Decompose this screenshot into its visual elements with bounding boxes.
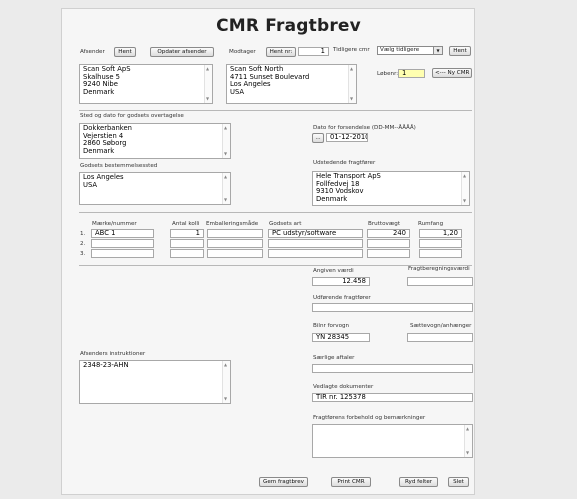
- special-input[interactable]: [312, 364, 473, 373]
- issuing-carrier-label: Udstedende fragtfører: [313, 160, 376, 166]
- goods-packing-input[interactable]: [207, 229, 263, 238]
- declared-value-input[interactable]: 12.458: [312, 277, 370, 286]
- goods-count-input[interactable]: [170, 249, 204, 258]
- scrollbar[interactable]: [222, 124, 230, 158]
- goods-header-mark: Mærke/nummer: [92, 221, 137, 227]
- divider: [79, 110, 472, 111]
- ship-date-input[interactable]: 01-12-2010: [326, 133, 368, 142]
- previous-fetch-button[interactable]: Hent: [449, 46, 471, 56]
- print-cmr-button[interactable]: Print CMR: [331, 477, 371, 487]
- destination-label: Godsets bestemmelsessted: [80, 163, 158, 169]
- receiver-fetch-nr-button[interactable]: Hent nr:: [266, 47, 296, 57]
- instructions-line: 2348-23-AHN: [83, 361, 129, 369]
- trailer-input[interactable]: [407, 333, 473, 342]
- issuing-carrier-textarea[interactable]: Hele Transport ApS Follfedvej 18 9310 Vo…: [312, 171, 470, 206]
- scrollbar[interactable]: [222, 361, 230, 403]
- previous-cmr-label: Tidligere cmr: [333, 47, 370, 53]
- row-number: 3.: [80, 251, 86, 257]
- goods-mark-input[interactable]: [91, 249, 154, 258]
- trailer-label: Sættevogn/anhænger: [410, 323, 472, 329]
- new-cmr-button[interactable]: <--- Ny CMR: [432, 68, 472, 78]
- row-number: 2.: [80, 241, 86, 247]
- scrollbar[interactable]: [204, 65, 212, 103]
- reservations-textarea[interactable]: [312, 424, 473, 458]
- date-picker-button[interactable]: ...: [312, 133, 324, 143]
- goods-count-input[interactable]: [170, 239, 204, 248]
- vehicle-label: Bilnr forvogn: [313, 323, 350, 329]
- executing-carrier-label: Udførende fragtfører: [313, 295, 371, 301]
- scrollbar[interactable]: [222, 173, 230, 204]
- freight-calc-input[interactable]: [407, 277, 473, 286]
- goods-header-weight: Bruttovægt: [368, 221, 401, 227]
- takeover-line: Denmark: [83, 146, 115, 155]
- goods-kind-input[interactable]: PC udstyr/software: [268, 229, 363, 238]
- destination-textarea[interactable]: Los Angeles USA: [79, 172, 231, 205]
- previous-cmr-select-value: Vælg tidligere: [380, 47, 420, 53]
- documents-input[interactable]: TIR nr. 125378: [312, 393, 473, 402]
- goods-volume-input[interactable]: [419, 249, 462, 258]
- goods-volume-input[interactable]: 1,20: [419, 229, 462, 238]
- goods-kind-input[interactable]: [268, 239, 363, 248]
- executing-carrier-input[interactable]: [312, 303, 473, 312]
- chevron-down-icon: ▼: [433, 47, 442, 54]
- previous-cmr-select[interactable]: Vælg tidligere ▼: [377, 46, 443, 55]
- receiver-line: Los Angeles: [230, 80, 271, 89]
- delete-button[interactable]: Slet: [448, 477, 469, 487]
- instructions-label: Afsenders instruktioner: [80, 351, 146, 357]
- issuing-carrier-line: Denmark: [316, 194, 348, 203]
- receiver-line: USA: [230, 87, 245, 96]
- goods-packing-input[interactable]: [207, 249, 263, 258]
- takeover-label: Sted og dato for godsets overtagelse: [80, 113, 184, 119]
- divider: [79, 212, 472, 213]
- goods-weight-input[interactable]: [367, 239, 410, 248]
- goods-header-count: Antal kolli: [172, 221, 200, 227]
- sender-label: Afsender: [80, 49, 105, 55]
- scrollbar[interactable]: [348, 65, 356, 103]
- save-cmr-button[interactable]: Gem fragtbrev: [259, 477, 308, 487]
- goods-volume-input[interactable]: [419, 239, 462, 248]
- special-label: Særlige aftaler: [313, 355, 355, 361]
- serial-input[interactable]: 1: [398, 69, 425, 78]
- destination-line: USA: [83, 180, 98, 189]
- declared-value-label: Angiven værdi: [313, 268, 354, 274]
- scrollbar[interactable]: [464, 425, 472, 457]
- goods-count-input[interactable]: 1: [170, 229, 204, 238]
- goods-mark-input[interactable]: ABC 1: [91, 229, 154, 238]
- instructions-textarea[interactable]: 2348-23-AHN: [79, 360, 231, 404]
- freight-calc-label: Fragtberegningsværdi: [408, 266, 470, 272]
- clear-fields-button[interactable]: Ryd felter: [399, 477, 438, 487]
- sender-line: Denmark: [83, 87, 115, 96]
- serial-label: Løbenr:: [377, 71, 399, 77]
- vehicle-input[interactable]: YN 28345: [312, 333, 370, 342]
- row-number: 1.: [80, 231, 86, 237]
- destination-line: Los Angeles: [83, 173, 124, 181]
- goods-packing-input[interactable]: [207, 239, 263, 248]
- documents-label: Vedlagte dokumenter: [313, 384, 374, 390]
- sender-fetch-button[interactable]: Hent: [114, 47, 136, 57]
- scrollbar[interactable]: [461, 172, 469, 205]
- receiver-nr-input[interactable]: 1: [298, 47, 329, 56]
- page-title: CMR Fragtbrev: [216, 16, 361, 36]
- reservations-label: Fragtførens forbehold og bemærkninger: [313, 415, 426, 421]
- update-sender-button[interactable]: Opdater afsender: [150, 47, 214, 57]
- goods-mark-input[interactable]: [91, 239, 154, 248]
- receiver-address-textarea[interactable]: Scan Soft North 4711 Sunset Boulevard Lo…: [226, 64, 357, 104]
- receiver-label: Modtager: [229, 49, 256, 55]
- ship-date-label: Dato for forsendelse (DD-MM--ÅÅÅÅ): [313, 125, 416, 131]
- goods-header-packing: Emballeringsmåde: [206, 221, 259, 227]
- goods-weight-input[interactable]: [367, 249, 410, 258]
- goods-kind-input[interactable]: [268, 249, 363, 258]
- goods-weight-input[interactable]: 240: [367, 229, 410, 238]
- goods-header-volume: Rumfang: [418, 221, 444, 227]
- sender-address-textarea[interactable]: Scan Soft ApS Skalhuse 5 9240 Nibe Denma…: [79, 64, 213, 104]
- goods-header-kind: Godsets art: [269, 221, 302, 227]
- takeover-textarea[interactable]: Dokkerbanken Vejerstien 4 2860 Søborg De…: [79, 123, 231, 159]
